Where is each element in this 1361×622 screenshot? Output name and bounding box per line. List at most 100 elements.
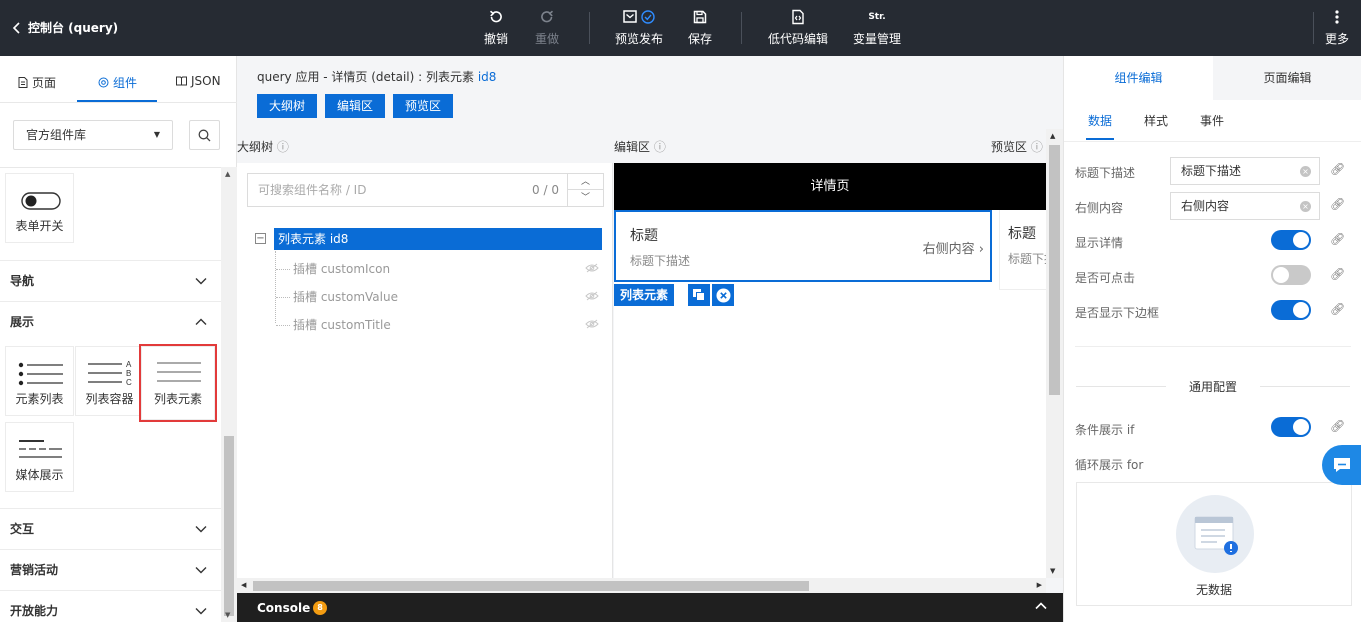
back-button[interactable]: 控制台 (query) bbox=[12, 19, 118, 36]
variable-manage-button[interactable]: Str. 变量管理 bbox=[853, 8, 901, 47]
active-tab-underline bbox=[77, 100, 157, 102]
scroll-left-arrow-icon[interactable]: ◀ bbox=[241, 581, 246, 589]
cond-if-toggle[interactable] bbox=[1271, 417, 1311, 437]
component-element-list-label: 元素列表 bbox=[15, 392, 64, 406]
show-border-toggle[interactable] bbox=[1271, 300, 1311, 320]
component-icon bbox=[98, 77, 109, 88]
link-icon[interactable]: 🔗︎ bbox=[1330, 419, 1345, 433]
chevron-up-icon[interactable]: ︿ bbox=[568, 174, 603, 190]
outline-header: 大纲树 ⓘ bbox=[237, 138, 289, 155]
left-scrollbar-thumb[interactable] bbox=[224, 436, 234, 616]
copy-icon bbox=[693, 289, 705, 301]
link-icon[interactable]: 🔗︎ bbox=[1330, 162, 1345, 176]
component-media-display[interactable]: 媒体展示 bbox=[5, 422, 74, 492]
preview-label: 预览区 bbox=[991, 140, 1028, 154]
component-form-switch[interactable]: 表单开关 bbox=[5, 173, 74, 243]
section-marketing[interactable]: 营销活动 bbox=[0, 549, 221, 590]
show-detail-toggle[interactable] bbox=[1271, 230, 1311, 250]
link-icon[interactable]: 🔗︎ bbox=[1330, 197, 1345, 211]
top-toolbar: 控制台 (query) 撤销 重做 预览发布 保存 低代码编辑 Str. 变量管… bbox=[0, 0, 1361, 56]
empty-document-icon bbox=[1176, 495, 1254, 573]
tab-json[interactable]: JSON bbox=[176, 74, 221, 88]
tree-node-root[interactable]: 列表元素 id8 bbox=[274, 228, 602, 250]
eye-hidden-icon[interactable] bbox=[585, 258, 599, 280]
book-icon bbox=[176, 76, 187, 86]
tree-guide-line bbox=[276, 269, 290, 270]
lowcode-edit-button[interactable]: 低代码编辑 bbox=[768, 8, 828, 47]
app-title: 控制台 (query) bbox=[28, 21, 119, 35]
tab-component-edit[interactable]: 组件编辑 bbox=[1064, 56, 1213, 100]
clickable-toggle[interactable] bbox=[1271, 265, 1311, 285]
tree-node-child[interactable]: 插槽 customIcon bbox=[276, 258, 603, 280]
component-search-button[interactable] bbox=[189, 120, 220, 150]
outline-label: 大纲树 bbox=[237, 140, 274, 154]
redo-button[interactable]: 重做 bbox=[535, 8, 559, 47]
subtab-events[interactable]: 事件 bbox=[1200, 112, 1224, 129]
component-element-list[interactable]: 元素列表 bbox=[5, 346, 74, 416]
scroll-up-arrow-icon[interactable]: ▲ bbox=[1050, 132, 1055, 140]
right-content-input[interactable]: 右侧内容 × bbox=[1170, 192, 1320, 220]
selected-component-tag[interactable]: 列表元素 bbox=[614, 284, 675, 306]
toggle-preview-button[interactable]: 预览区 bbox=[393, 94, 454, 118]
eye-hidden-icon[interactable] bbox=[585, 286, 599, 308]
chevron-up-icon[interactable] bbox=[1035, 600, 1047, 613]
component-list: 表单开关 导航 展示 元素列表 ABC 列表容器 列表元素 媒体展示 交互 营销… bbox=[0, 167, 221, 622]
eye-hidden-icon[interactable] bbox=[585, 314, 599, 336]
console-bar[interactable]: Console 8 bbox=[237, 593, 1063, 622]
delete-component-button[interactable] bbox=[712, 284, 734, 306]
section-display-label: 展示 bbox=[10, 315, 35, 329]
undo-button[interactable]: 撤销 bbox=[484, 8, 508, 47]
chat-icon bbox=[1333, 458, 1350, 472]
subtab-data[interactable]: 数据 bbox=[1088, 112, 1112, 129]
scroll-down-arrow-icon[interactable]: ▼ bbox=[1050, 567, 1055, 575]
chevron-right-icon: › bbox=[978, 242, 984, 257]
clear-icon[interactable]: × bbox=[1300, 166, 1311, 177]
section-interact[interactable]: 交互 bbox=[0, 508, 221, 549]
component-list-element[interactable]: 列表元素 bbox=[139, 344, 217, 422]
scroll-right-arrow-icon[interactable]: ▶ bbox=[1037, 581, 1042, 589]
toggle-outline-button[interactable]: 大纲树 bbox=[257, 94, 318, 118]
section-open[interactable]: 开放能力 bbox=[0, 590, 221, 622]
link-icon[interactable]: 🔗︎ bbox=[1330, 302, 1345, 316]
component-panel: 页面 组件 JSON 官方组件库 ▼ 表单开关 导航 展示 元素列表 A B C… bbox=[0, 56, 237, 622]
collapse-icon[interactable]: − bbox=[255, 233, 266, 244]
workspace-vertical-thumb[interactable] bbox=[1049, 145, 1060, 395]
link-icon[interactable]: 🔗︎ bbox=[1330, 267, 1345, 281]
tab-page[interactable]: 页面 bbox=[18, 74, 56, 91]
save-label: 保存 bbox=[688, 32, 713, 46]
chevron-down-icon[interactable]: ﹀ bbox=[568, 190, 603, 206]
empty-state: 无数据 bbox=[1076, 482, 1352, 606]
left-scrollbar[interactable]: ▲ ▼ bbox=[221, 167, 237, 622]
scroll-up-arrow-icon[interactable]: ▲ bbox=[225, 170, 230, 178]
subtitle-input[interactable]: 标题下描述 × bbox=[1170, 157, 1320, 185]
library-select[interactable]: 官方组件库 ▼ bbox=[13, 120, 173, 150]
outline-search-input[interactable]: 可搜索组件名称 / ID 0 / 0 bbox=[247, 173, 567, 207]
workspace-vertical-scrollbar[interactable]: ▲ ▼ bbox=[1046, 129, 1063, 578]
variable-manage-label: 变量管理 bbox=[853, 32, 902, 46]
chat-support-button[interactable] bbox=[1322, 445, 1361, 485]
section-nav-label: 导航 bbox=[10, 274, 35, 288]
section-display[interactable]: 展示 bbox=[0, 301, 221, 342]
tree-node-child[interactable]: 插槽 customTitle bbox=[276, 314, 603, 336]
save-button[interactable]: 保存 bbox=[688, 8, 712, 47]
clear-icon[interactable]: × bbox=[1300, 201, 1311, 212]
selected-list-element[interactable]: 标题 标题下描述 右侧内容 › bbox=[614, 210, 992, 282]
tab-page-edit[interactable]: 页面编辑 bbox=[1213, 56, 1361, 100]
link-icon[interactable]: 🔗︎ bbox=[1330, 232, 1345, 246]
toggle-editor-button[interactable]: 编辑区 bbox=[325, 94, 386, 118]
subtab-style[interactable]: 样式 bbox=[1144, 112, 1168, 129]
workspace-horizontal-thumb[interactable] bbox=[253, 581, 809, 591]
copy-component-button[interactable] bbox=[688, 284, 710, 306]
outline-tree-panel: 可搜索组件名称 / ID 0 / 0 ︿ ﹀ − 列表元素 id8 插槽 cus… bbox=[237, 163, 613, 578]
more-button[interactable]: 更多 bbox=[1325, 8, 1349, 47]
section-nav[interactable]: 导航 bbox=[0, 260, 221, 301]
string-var-icon: Str. bbox=[868, 12, 886, 22]
switch-icon bbox=[21, 192, 61, 210]
tab-components[interactable]: 组件 bbox=[98, 74, 137, 91]
scroll-down-arrow-icon[interactable]: ▼ bbox=[225, 611, 230, 619]
tree-node-child[interactable]: 插槽 customValue bbox=[276, 286, 603, 308]
workspace-horizontal-scrollbar[interactable]: ◀ ▶ bbox=[237, 578, 1046, 593]
cond-if-label: 条件展示 if bbox=[1075, 423, 1135, 437]
component-list-container[interactable]: ABC 列表容器 bbox=[75, 346, 144, 416]
preview-publish-button[interactable]: 预览发布 bbox=[615, 8, 663, 47]
